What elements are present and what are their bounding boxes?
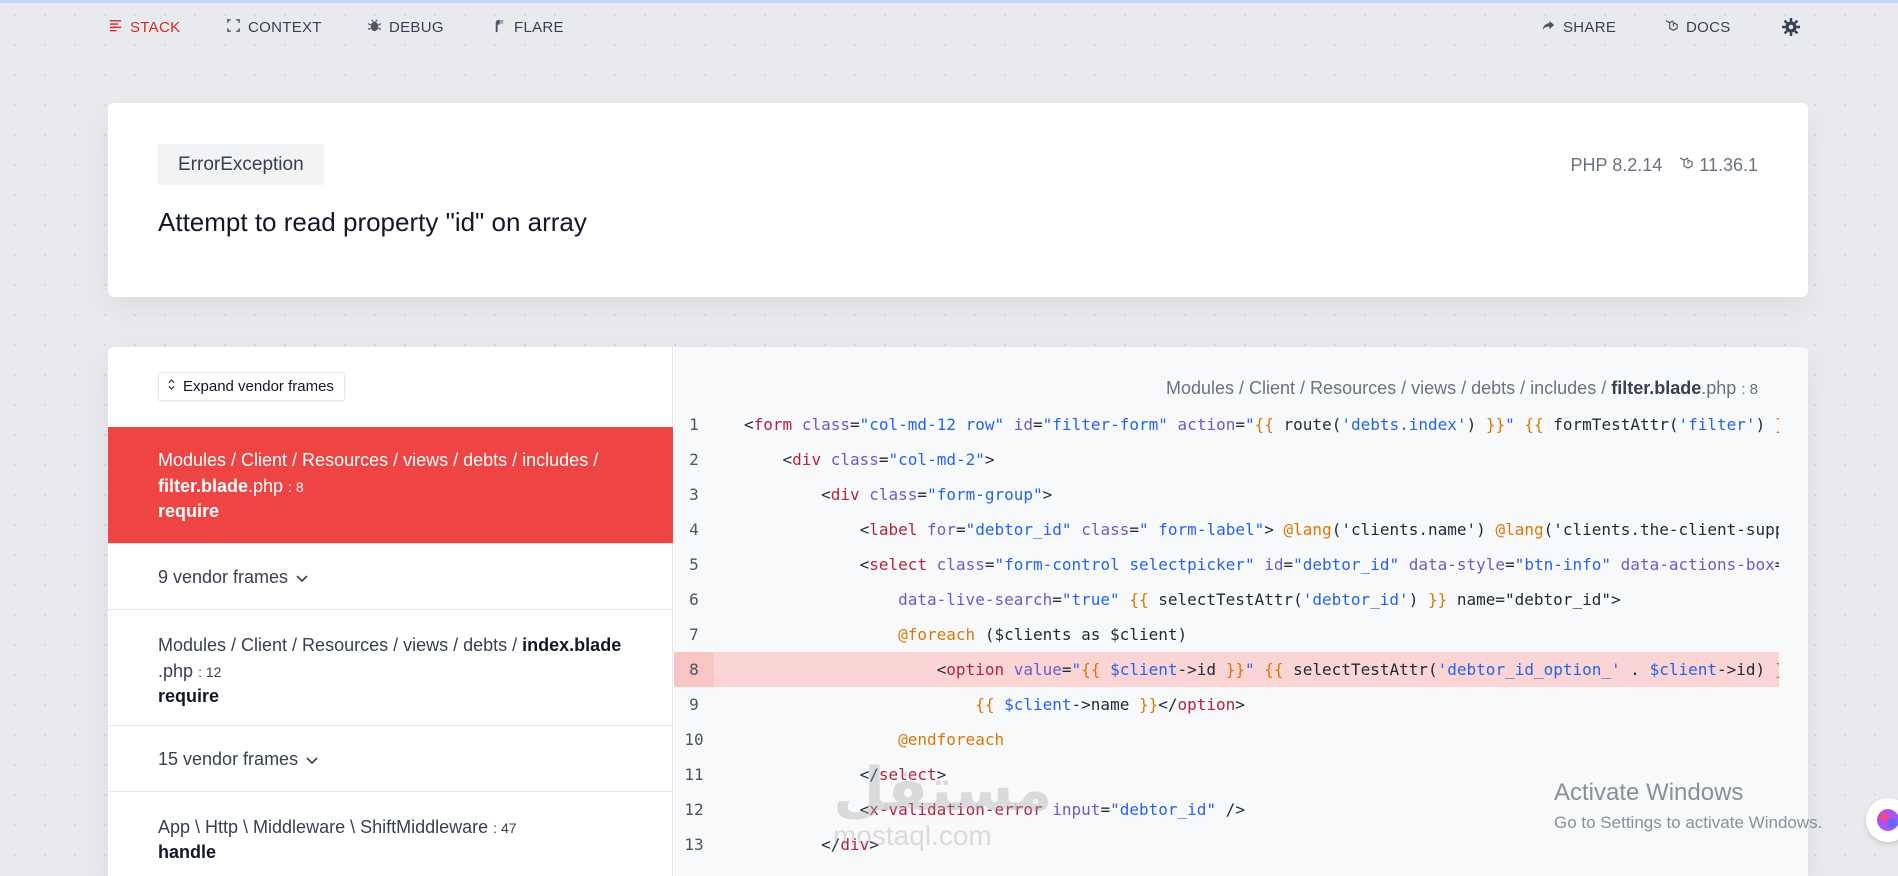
frame-item-active[interactable]: Modules / Client / Resources / views / d… xyxy=(108,427,673,543)
frames-list: Expand vendor frames Modules / Client / … xyxy=(108,347,673,876)
frame-item[interactable]: App \ Http \ Middleware \ ShiftMiddlewar… xyxy=(108,791,673,876)
frame-method: require xyxy=(158,686,220,706)
watermark-site: mostaql.com xyxy=(833,820,992,851)
nav-share[interactable]: SHARE xyxy=(1541,18,1616,37)
code-line[interactable]: 2 <div class="col-md-2"> xyxy=(674,442,1779,477)
frame-path-prefix: Modules / Client / Resources / views / d… xyxy=(158,450,599,470)
frame-path-prefix: App \ Http \ Middleware \ ShiftMiddlewar… xyxy=(158,817,489,837)
vendor-frames-label: 15 vendor frames xyxy=(158,748,299,769)
frame-file-ext: .php xyxy=(248,476,284,496)
line-number: 7 xyxy=(689,625,699,644)
line-number: 12 xyxy=(684,800,704,819)
nav-docs[interactable]: DOCS xyxy=(1664,18,1731,37)
exception-header-card: ErrorException Attempt to read property … xyxy=(108,103,1808,297)
frame-method: require xyxy=(158,501,220,521)
code-line-highlighted[interactable]: 8 <option value="{{ $client->id }}" {{ s… xyxy=(674,652,1779,687)
code-line[interactable]: 5 <select class="form-control selectpick… xyxy=(674,547,1779,582)
laravel-icon xyxy=(1678,155,1694,176)
nav-stack-label: STACK xyxy=(130,19,181,36)
nav-flare-label: FLARE xyxy=(514,19,564,36)
nav-debug-label: DEBUG xyxy=(389,19,444,36)
top-nav: STACK CONTEXT DEBUG FLARE SHARE DOCS xyxy=(108,14,1808,44)
code-line[interactable]: 10 @endforeach xyxy=(674,722,1779,757)
share-icon xyxy=(1541,18,1556,37)
frame-method: handle xyxy=(158,842,217,862)
gear-icon xyxy=(1782,18,1800,40)
code-file-prefix: Modules / Client / Resources / views / d… xyxy=(1166,378,1607,398)
line-number: 6 xyxy=(689,590,699,609)
nav-debug[interactable]: DEBUG xyxy=(367,18,444,37)
code-line[interactable]: 7 @foreach ($clients as $client) xyxy=(674,617,1779,652)
expand-vendor-frames-label: Expand vendor frames xyxy=(183,378,334,395)
line-number: 2 xyxy=(689,450,699,469)
vendor-frames-label: 9 vendor frames xyxy=(158,566,289,587)
line-number: 13 xyxy=(684,835,704,854)
laravel-version: 11.36.1 xyxy=(1699,155,1758,175)
nav-context[interactable]: CONTEXT xyxy=(226,18,322,37)
chevron-up-down-icon xyxy=(167,378,176,395)
code-file-name: filter.blade xyxy=(1611,378,1702,398)
frame-line-number: : 12 xyxy=(198,664,222,680)
nav-docs-label: DOCS xyxy=(1686,19,1731,36)
expand-vendor-frames-button[interactable]: Expand vendor frames xyxy=(158,372,345,401)
line-number: 3 xyxy=(689,485,699,504)
frame-file-name: filter.blade xyxy=(158,476,249,496)
nav-share-label: SHARE xyxy=(1563,19,1617,36)
watermark-logo: مستقل xyxy=(833,756,1053,823)
stack-icon xyxy=(108,18,123,37)
line-number: 11 xyxy=(684,765,704,784)
settings-button[interactable] xyxy=(1782,18,1800,40)
frame-line-number: : 8 xyxy=(288,479,304,495)
code-file-path[interactable]: Modules / Client / Resources / views / d… xyxy=(1166,378,1758,399)
frame-line-number: : 47 xyxy=(493,820,517,836)
line-number: 8 xyxy=(674,652,714,687)
frame-path-prefix: Modules / Client / Resources / views / d… xyxy=(158,635,518,655)
laravel-version-group: 11.36.1 xyxy=(1678,155,1758,176)
code-file-ext: .php xyxy=(1701,378,1737,398)
code-line[interactable]: 9 {{ $client->name }}</option> xyxy=(674,687,1779,722)
nav-flare[interactable]: FLARE xyxy=(492,18,564,37)
frame-file-ext: .php xyxy=(158,661,194,681)
assistant-brain-icon[interactable] xyxy=(1866,798,1898,842)
top-accent-line xyxy=(0,0,1898,3)
chevron-down-icon xyxy=(296,567,308,588)
line-number: 1 xyxy=(689,415,699,434)
line-number: 4 xyxy=(689,520,699,539)
line-number: 5 xyxy=(689,555,699,574)
exception-message: Attempt to read property "id" on array xyxy=(158,207,587,237)
chevron-down-icon xyxy=(306,749,318,770)
nav-stack[interactable]: STACK xyxy=(108,18,180,37)
php-version: PHP 8.2.14 xyxy=(1570,155,1663,175)
frame-item[interactable]: Modules / Client / Resources / views / d… xyxy=(108,609,673,725)
frame-path: Modules / Client / Resources / views / d… xyxy=(158,447,623,500)
activate-windows-title: Activate Windows xyxy=(1554,779,1744,806)
vendor-frames-toggle[interactable]: 15 vendor frames xyxy=(108,725,673,791)
nav-context-label: CONTEXT xyxy=(248,19,322,36)
frame-path: Modules / Client / Resources / views / d… xyxy=(158,632,623,685)
laravel-docs-icon xyxy=(1664,18,1679,37)
context-icon xyxy=(226,18,241,37)
frame-path: App \ Http \ Middleware \ ShiftMiddlewar… xyxy=(158,814,623,841)
code-file-line: : 8 xyxy=(1741,381,1758,398)
exception-class-badge: ErrorException xyxy=(158,144,324,185)
activate-windows-subtitle: Go to Settings to activate Windows. xyxy=(1554,813,1823,832)
flare-icon xyxy=(492,18,507,37)
code-line[interactable]: 4 <label for="debtor_id" class=" form-la… xyxy=(674,512,1779,547)
code-line[interactable]: 3 <div class="form-group"> xyxy=(674,477,1779,512)
version-info: PHP 8.2.14 11.36.1 xyxy=(1571,155,1758,176)
activate-windows-notice: Activate Windows Go to Settings to activ… xyxy=(1554,779,1822,833)
code-line[interactable]: 1 <form class="col-md-12 row" id="filter… xyxy=(674,407,1779,442)
line-number: 10 xyxy=(684,730,704,749)
vendor-frames-toggle[interactable]: 9 vendor frames xyxy=(108,543,673,609)
line-number: 9 xyxy=(689,695,699,714)
bug-icon xyxy=(367,18,382,37)
code-line[interactable]: 6 data-live-search="true" {{ selectTestA… xyxy=(674,582,1779,617)
frame-file-name: index.blade xyxy=(522,635,622,655)
